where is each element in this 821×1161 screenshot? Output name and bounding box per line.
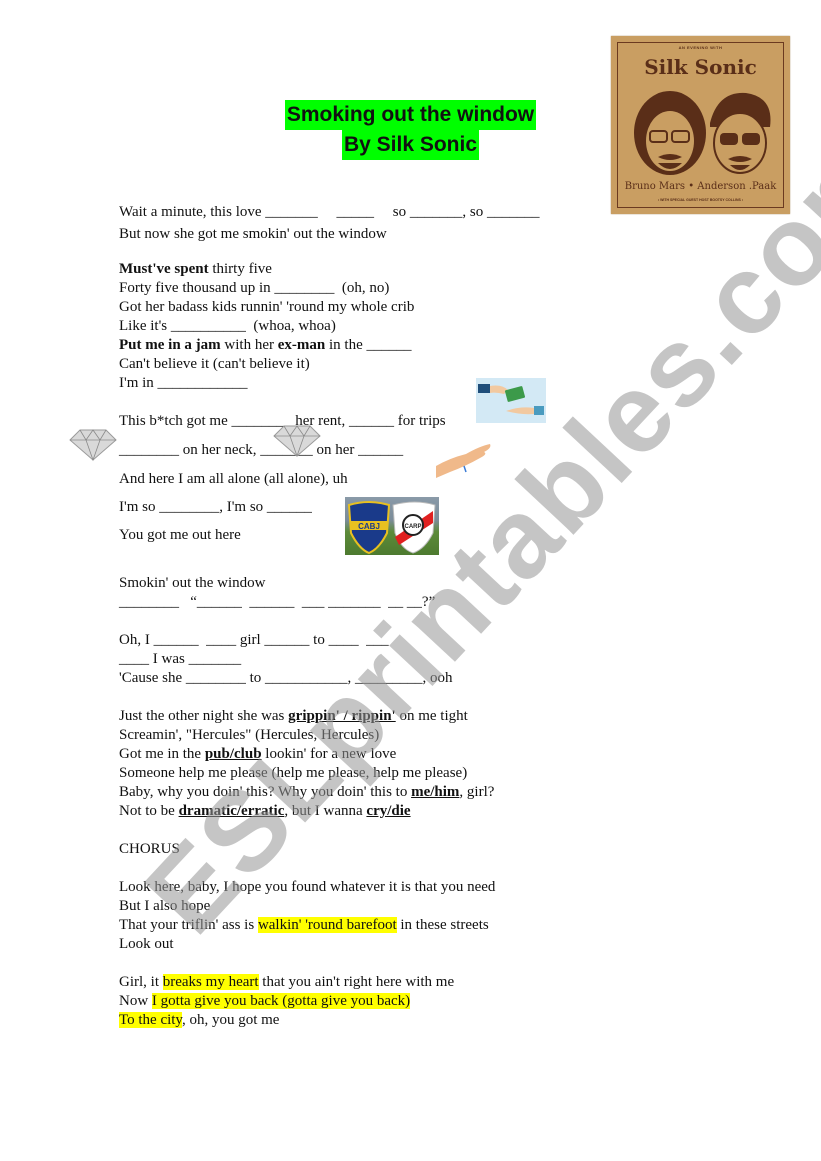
lyric-line: ________ on her neck, _______ on her ___… xyxy=(119,442,404,458)
diamond-icon xyxy=(69,429,117,462)
album-subtitle: • WITH SPECIAL GUEST HOST BOOTSY COLLINS… xyxy=(657,198,744,202)
highlighted-phrase: I gotta give you back (gotta give you ba… xyxy=(151,993,411,1009)
lyric-text: Got me in the xyxy=(119,746,205,762)
answer-choice: me/him xyxy=(411,784,460,800)
lyric-text: , oh, you got me xyxy=(181,1012,280,1028)
lyric-line: ____ I was _______ xyxy=(119,651,242,667)
lyric-line: Someone help me please (help me please, … xyxy=(119,765,468,781)
lyric-line: Like it's __________ (whoa, whoa) xyxy=(119,318,336,334)
album-top-text: AN EVENING WITH xyxy=(678,45,723,50)
lyric-text: Girl, it xyxy=(119,974,163,990)
money-exchange-icon xyxy=(476,378,546,423)
lyric-line: Forty five thousand up in ________ (oh, … xyxy=(119,280,390,296)
lyric-line: Got me in the pub/club lookin' for a new… xyxy=(119,745,396,764)
lyric-line: Screamin', "Hercules" (Hercules, Hercule… xyxy=(119,727,380,743)
lyric-text: That your triflin' ass is xyxy=(119,917,258,933)
crest-label-right: CARP xyxy=(404,524,421,530)
lyric-text: Not to be xyxy=(119,803,179,819)
lyric-line: But I also hope xyxy=(119,898,211,914)
bold-phrase: Put me in a jam xyxy=(119,337,221,353)
lyric-line: Baby, why you doin' this? Why you doin' … xyxy=(119,783,494,802)
highlighted-phrase: walkin' 'round barefoot xyxy=(257,917,397,933)
lyric-text: , but I wanna xyxy=(284,803,367,819)
lyric-line: And here I am all alone (all alone), uh xyxy=(119,471,348,487)
lyric-line: I'm so ________, I'm so ______ xyxy=(119,499,312,515)
bold-phrase: ex-man xyxy=(277,337,326,353)
album-faces-illustration xyxy=(634,91,771,175)
crests-svg: CABJ CARP xyxy=(347,501,436,555)
lyric-line: Put me in a jam with her ex-man in the _… xyxy=(119,336,411,355)
lyric-line: Just the other night she was grippin' / … xyxy=(119,707,468,726)
chorus-label: CHORUS xyxy=(119,841,180,857)
highlighted-phrase: To the city xyxy=(119,1012,182,1028)
lyric-line: Got her badass kids runnin' 'round my wh… xyxy=(119,299,415,315)
lyric-line: Now I gotta give you back (gotta give yo… xyxy=(119,992,411,1011)
lyric-text: lookin' for a new love xyxy=(261,746,397,762)
album-border: AN EVENING WITH Silk Sonic Bruno Mars • … xyxy=(617,42,784,208)
album-title: Silk Sonic xyxy=(644,55,757,79)
lyric-line: Must've spent thirty five xyxy=(119,260,272,279)
answer-choice: dramatic/erratic xyxy=(178,803,285,819)
lyric-line: To the city, oh, you got me xyxy=(119,1011,279,1030)
lyric-line: Look out xyxy=(119,936,174,952)
worksheet-page: Smoking out the window By Silk Sonic AN … xyxy=(0,0,821,1161)
album-cover: AN EVENING WITH Silk Sonic Bruno Mars • … xyxy=(611,36,790,214)
lyric-text: , girl? xyxy=(459,784,495,800)
answer-choice: pub/club xyxy=(204,746,262,762)
lyric-line: ________ “______ ______ ___ _______ __ _… xyxy=(119,594,436,610)
club-crests-image: CABJ CARP xyxy=(345,497,439,555)
bold-phrase: Must've spent xyxy=(119,261,209,277)
lyric-line: Girl, it breaks my heart that you ain't … xyxy=(119,973,454,992)
lyric-line: You got me out here xyxy=(119,527,241,543)
lyric-line: Wait a minute, this love _______ _____ s… xyxy=(119,204,540,220)
lyric-text: thirty five xyxy=(208,261,272,277)
artist-title: By Silk Sonic xyxy=(341,130,480,160)
lyric-text: that you ain't right here with me xyxy=(258,974,455,990)
lyric-text: Baby, why you doin' this? Why you doin' … xyxy=(119,784,412,800)
lyric-line: But now she got me smokin' out the windo… xyxy=(119,226,387,242)
lyric-line: Look here, baby, I hope you found whatev… xyxy=(119,879,496,895)
lyric-text: Just the other night she was xyxy=(119,708,289,724)
song-title: Smoking out the window xyxy=(284,100,537,130)
lyric-line: 'Cause she ________ to ___________, ____… xyxy=(119,670,453,686)
diamond-icon xyxy=(273,425,321,458)
lyric-line: Smokin' out the window xyxy=(119,575,266,591)
lyric-line: That your triflin' ass is walkin' 'round… xyxy=(119,916,489,935)
lyric-text: on me tight xyxy=(395,708,468,724)
lyric-text: with her xyxy=(220,337,278,353)
lyric-line: Not to be dramatic/erratic, but I wanna … xyxy=(119,802,411,821)
lyric-line: Oh, I ______ ____ girl ______ to ____ __… xyxy=(119,632,389,648)
lyric-text: in the ______ xyxy=(325,337,412,353)
lyric-text: Now xyxy=(119,993,152,1009)
open-hand-icon xyxy=(436,444,491,478)
answer-choice: grippin' / rippin' xyxy=(288,708,396,724)
lyric-text: in these streets xyxy=(396,917,489,933)
answer-choice: cry/die xyxy=(366,803,411,819)
lyric-line: Can't believe it (can't believe it) xyxy=(119,356,310,372)
album-artist-names: Bruno Mars • Anderson .Paak xyxy=(624,181,777,192)
lyric-line: I'm in ____________ xyxy=(119,375,248,391)
crest-label-left: CABJ xyxy=(358,522,380,531)
highlighted-phrase: breaks my heart xyxy=(162,974,259,990)
